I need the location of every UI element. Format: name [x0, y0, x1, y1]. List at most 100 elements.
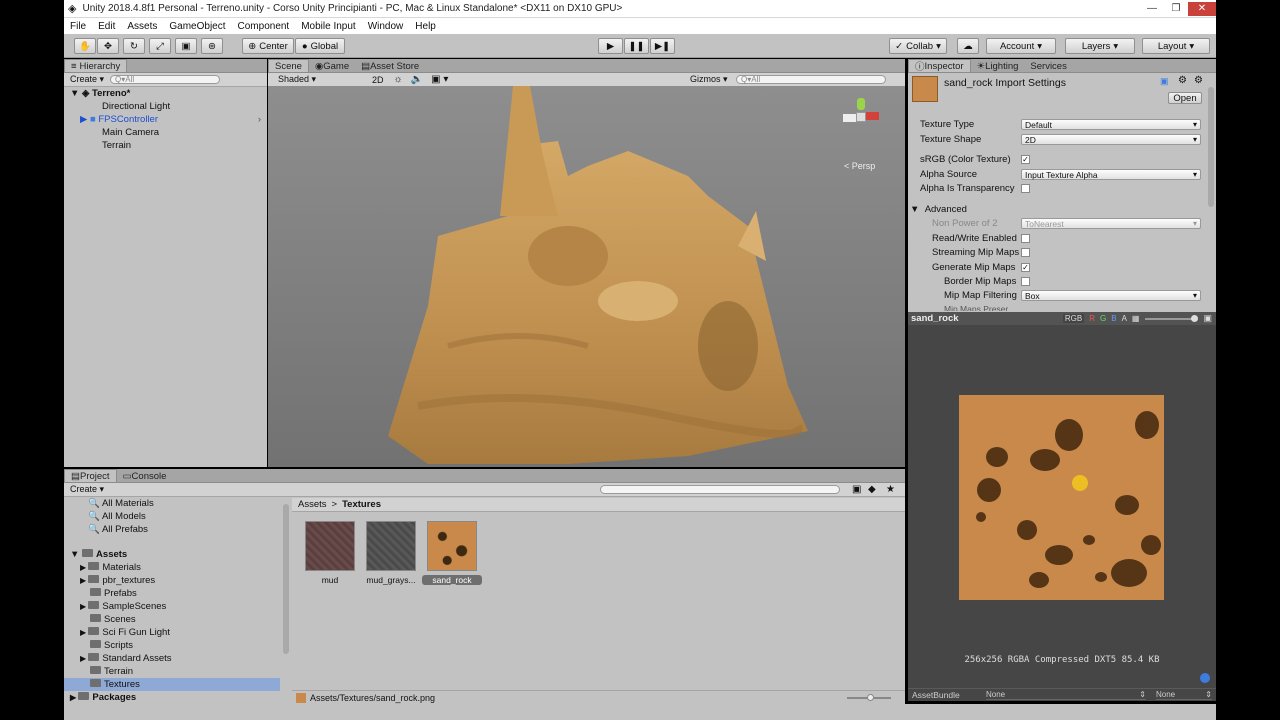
- preview-resize-icon[interactable]: [1200, 673, 1210, 683]
- folder-standard-assets[interactable]: ▶ Standard Assets: [64, 652, 280, 665]
- texture-type-dropdown[interactable]: Default: [1021, 119, 1201, 130]
- step-button[interactable]: ▶❚: [650, 38, 675, 54]
- help-icon[interactable]: ▣: [1160, 76, 1169, 87]
- mip-slider[interactable]: [1145, 314, 1199, 322]
- menu-component[interactable]: Component: [232, 21, 296, 32]
- scene-viewport[interactable]: < Persp: [268, 86, 905, 467]
- alpha-transparency-checkbox[interactable]: [1021, 184, 1030, 193]
- open-button[interactable]: Open: [1168, 92, 1202, 104]
- tab-hierarchy[interactable]: ≡ Hierarchy: [64, 59, 128, 72]
- close-button[interactable]: ✕: [1188, 1, 1216, 16]
- thumbnail-size-slider[interactable]: [847, 693, 891, 701]
- folder-scenes[interactable]: Scenes: [64, 613, 280, 626]
- hierarchy-search-input[interactable]: Q▾All: [110, 75, 221, 84]
- mode-2d-toggle[interactable]: 2D: [372, 75, 384, 85]
- asset-mud-grayscale[interactable]: mud_grays...: [361, 521, 421, 585]
- channel-r[interactable]: R: [1089, 314, 1095, 323]
- cloud-icon[interactable]: ☁: [957, 38, 979, 54]
- hierarchy-item-main-camera[interactable]: Main Camera: [64, 126, 267, 139]
- tab-lighting[interactable]: ☀ Lighting: [971, 60, 1025, 72]
- pause-button[interactable]: ❚❚: [624, 38, 649, 54]
- overflow-icon[interactable]: ⚙: [1194, 75, 1203, 86]
- pivot-center-button[interactable]: ⊕ Center: [242, 38, 294, 54]
- transform-tool-icon[interactable]: ⊛: [201, 38, 223, 54]
- move-tool-icon[interactable]: ✥: [97, 38, 119, 54]
- collab-button[interactable]: ✓ Collab ▾: [889, 38, 947, 54]
- tab-inspector[interactable]: ⓘ Inspector: [908, 59, 971, 73]
- hierarchy-item-terrain[interactable]: Terrain: [64, 139, 267, 152]
- variant-dropdown[interactable]: None ⇕: [1156, 690, 1212, 700]
- favorite-all-materials[interactable]: 🔍 All Materials: [64, 497, 280, 510]
- checker-icon[interactable]: ▦: [1132, 314, 1140, 323]
- channel-g[interactable]: G: [1100, 314, 1106, 323]
- tab-services[interactable]: Services: [1024, 60, 1072, 72]
- channel-a[interactable]: A: [1122, 314, 1127, 323]
- rotate-tool-icon[interactable]: ↻: [123, 38, 145, 54]
- folder-scripts[interactable]: Scripts: [64, 639, 280, 652]
- tab-console[interactable]: ▭ Console: [117, 470, 173, 482]
- scale-tool-icon[interactable]: ⤢: [149, 38, 171, 54]
- asset-mud[interactable]: mud: [300, 521, 360, 585]
- texture-shape-dropdown[interactable]: 2D: [1021, 134, 1201, 145]
- minimize-button[interactable]: —: [1140, 2, 1164, 16]
- hierarchy-create-button[interactable]: Create ▾: [64, 74, 110, 85]
- inspector-scrollbar[interactable]: [1208, 87, 1214, 207]
- maximize-button[interactable]: ❐: [1164, 2, 1188, 16]
- project-search-input[interactable]: [600, 485, 840, 494]
- menu-help[interactable]: Help: [409, 21, 442, 32]
- menu-mobile-input[interactable]: Mobile Input: [295, 21, 361, 32]
- mipfilter-dropdown[interactable]: Box: [1021, 290, 1201, 301]
- bordermip-checkbox[interactable]: [1021, 277, 1030, 286]
- hierarchy-item-fpscontroller[interactable]: ▶ ■ FPSController ›: [64, 113, 267, 126]
- shading-dropdown[interactable]: Shaded ▾: [268, 74, 368, 85]
- npot-dropdown[interactable]: ToNearest: [1021, 218, 1201, 229]
- breadcrumb-textures[interactable]: Textures: [342, 499, 381, 510]
- scene-gizmo-icon[interactable]: [834, 98, 879, 138]
- menu-gameobject[interactable]: GameObject: [163, 21, 231, 32]
- assets-root[interactable]: ▼ Assets: [64, 548, 280, 561]
- tab-asset-store[interactable]: ▤ Asset Store: [355, 60, 425, 72]
- folder-materials[interactable]: ▶ Materials: [64, 561, 280, 574]
- menu-file[interactable]: File: [64, 21, 92, 32]
- genmip-checkbox[interactable]: ✓: [1021, 263, 1030, 272]
- settings-icon[interactable]: ⚙: [1178, 75, 1187, 86]
- advanced-foldout[interactable]: ▼ Advanced: [910, 203, 967, 216]
- layers-dropdown[interactable]: Layers ▾: [1065, 38, 1135, 54]
- project-tree-scrollbar[interactable]: [283, 504, 289, 654]
- folder-terrain[interactable]: Terrain: [64, 665, 280, 678]
- alpha-source-dropdown[interactable]: Input Texture Alpha: [1021, 169, 1201, 180]
- project-create-button[interactable]: Create ▾: [64, 484, 110, 495]
- play-button[interactable]: ▶: [598, 38, 623, 54]
- filter-type-icon[interactable]: ▣: [852, 484, 861, 495]
- asset-sand-rock[interactable]: sand_rock: [422, 521, 482, 585]
- account-dropdown[interactable]: Account ▾: [986, 38, 1056, 54]
- folder-sci-fi-gun-light[interactable]: ▶ Sci Fi Gun Light: [64, 626, 280, 639]
- readwrite-checkbox[interactable]: [1021, 234, 1030, 243]
- folder-prefabs[interactable]: Prefabs: [64, 587, 280, 600]
- pivot-global-button[interactable]: ● Global: [295, 38, 345, 54]
- channel-b[interactable]: B: [1111, 314, 1116, 323]
- folder-pbr-textures[interactable]: ▶ pbr_textures: [64, 574, 280, 587]
- srgb-checkbox[interactable]: ✓: [1021, 155, 1030, 164]
- menu-assets[interactable]: Assets: [121, 21, 163, 32]
- tab-project[interactable]: ▤ Project: [64, 469, 117, 482]
- lighting-icon[interactable]: ☼: [394, 74, 403, 85]
- tab-game[interactable]: ◉ Game: [309, 60, 355, 72]
- channel-rgb[interactable]: RGB: [1062, 314, 1085, 323]
- hierarchy-item-directional-light[interactable]: Directional Light: [64, 100, 267, 113]
- folder-textures[interactable]: Textures: [64, 678, 280, 691]
- favorite-all-prefabs[interactable]: 🔍 All Prefabs: [64, 523, 280, 536]
- preview-menu-icon[interactable]: ▣: [1203, 313, 1212, 324]
- favorite-icon[interactable]: ★: [886, 484, 895, 495]
- favorite-all-models[interactable]: 🔍 All Models: [64, 510, 280, 523]
- assetbundle-dropdown[interactable]: None ⇕: [986, 690, 1146, 700]
- scene-search-input[interactable]: Q▾All: [736, 75, 886, 84]
- audio-icon[interactable]: 🔈: [411, 74, 423, 85]
- hand-tool-icon[interactable]: ✋: [74, 38, 96, 54]
- layout-dropdown[interactable]: Layout ▾: [1142, 38, 1210, 54]
- filter-label-icon[interactable]: ◆: [868, 484, 876, 495]
- menu-edit[interactable]: Edit: [92, 21, 121, 32]
- rect-tool-icon[interactable]: ▣: [175, 38, 197, 54]
- breadcrumb-assets[interactable]: Assets: [298, 499, 327, 510]
- menu-window[interactable]: Window: [362, 21, 410, 32]
